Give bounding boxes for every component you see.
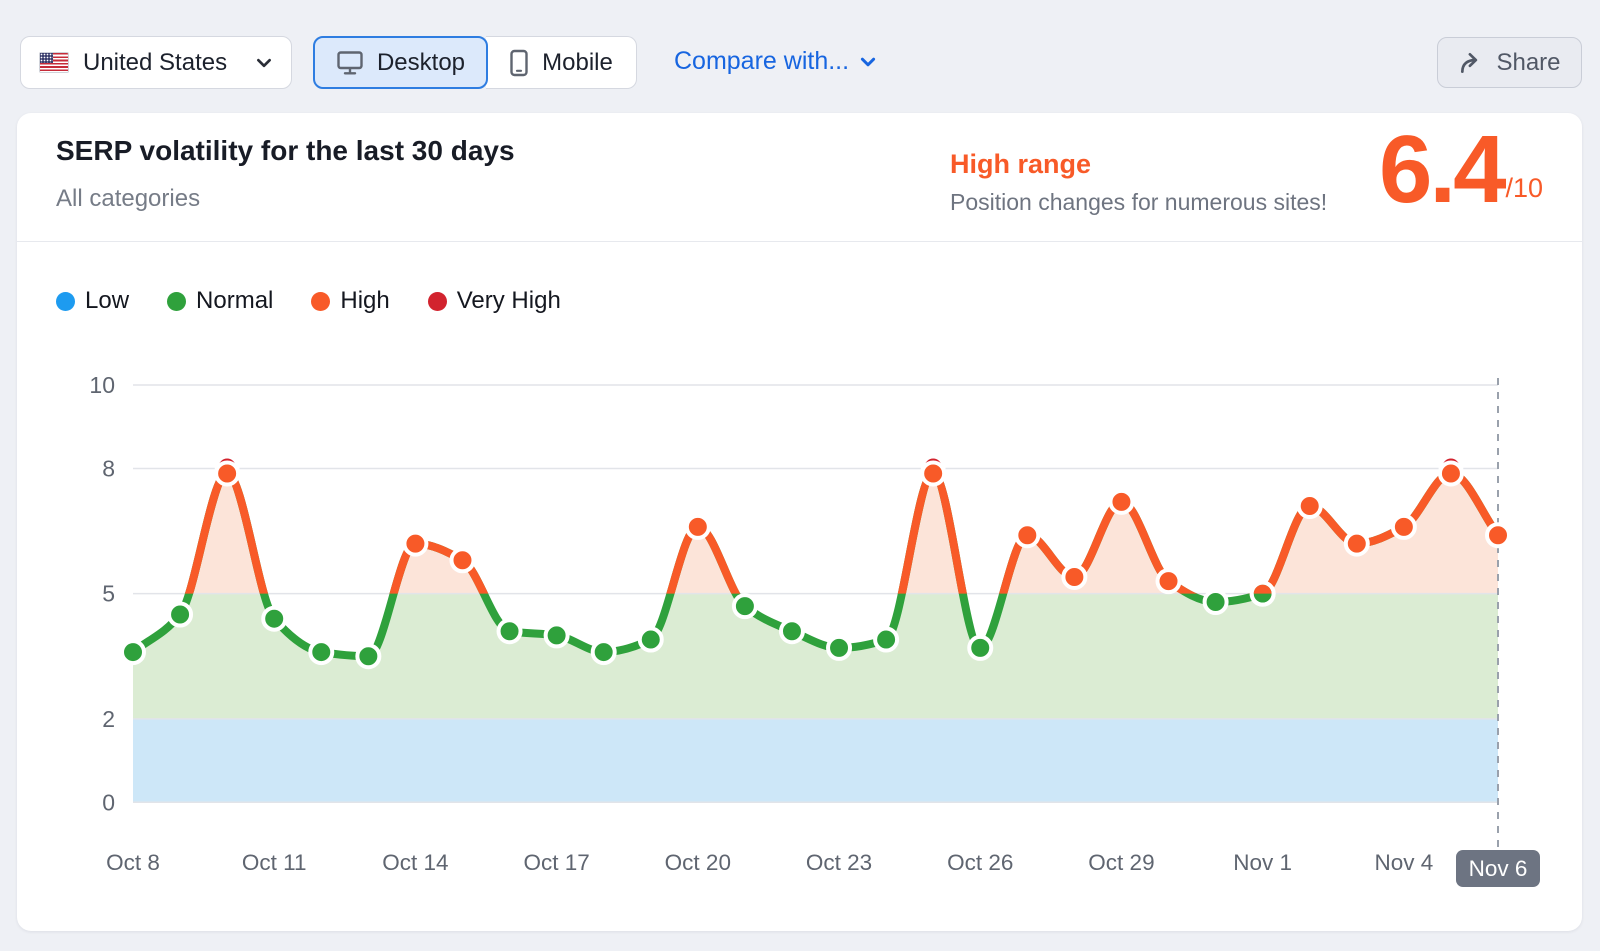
point-high	[1158, 570, 1180, 592]
x-axis-label: Oct 8	[106, 850, 160, 875]
current-day-badge-label: Nov 6	[1469, 856, 1528, 881]
point-high	[1346, 533, 1368, 555]
share-arrow-icon	[1458, 50, 1484, 76]
point-high	[451, 549, 473, 571]
compare-with-label: Compare with...	[674, 47, 849, 76]
y-axis-label: 0	[102, 789, 115, 815]
x-axis-label: Oct 26	[947, 850, 1013, 875]
tab-mobile[interactable]: Mobile	[486, 36, 637, 89]
point-normal	[263, 608, 285, 630]
share-button[interactable]: Share	[1437, 37, 1582, 88]
tab-desktop[interactable]: Desktop	[313, 36, 488, 89]
area-normal	[133, 473, 1498, 718]
y-axis-label: 8	[102, 455, 115, 481]
category-subtitle: All categories	[56, 185, 200, 213]
point-normal	[828, 637, 850, 659]
point-high	[216, 462, 238, 484]
x-axis-label: Oct 23	[806, 850, 872, 875]
point-normal	[310, 641, 332, 663]
point-normal	[593, 641, 615, 663]
volatility-line-chart[interactable]: 0 2 5 8 10 Oct 8 Oct 11 Oct 14 Oct 17 Oct 20 Oct 2…	[17, 250, 1582, 910]
header-divider	[17, 241, 1582, 242]
country-label: United States	[83, 49, 241, 77]
chevron-down-icon	[255, 54, 273, 72]
point-normal	[969, 637, 991, 659]
serp-volatility-card: SERP volatility for the last 30 days All…	[17, 113, 1582, 931]
point-high	[922, 462, 944, 484]
device-toggle: Desktop Mobile	[313, 36, 637, 89]
x-axis-label: Oct 20	[665, 850, 731, 875]
point-high	[1063, 566, 1085, 588]
point-normal	[734, 595, 756, 617]
point-normal	[169, 604, 191, 626]
point-normal	[1205, 591, 1227, 613]
y-axis-label: 5	[102, 581, 115, 607]
x-axis-label: Oct 14	[382, 850, 448, 875]
monitor-icon	[336, 50, 364, 76]
x-axis-label: Nov 4	[1374, 850, 1433, 875]
range-status-description: Position changes for numerous sites!	[950, 189, 1327, 216]
band-low	[133, 719, 1498, 802]
y-axis-label: 10	[89, 372, 115, 398]
x-axis-label: Oct 11	[242, 850, 307, 875]
point-normal	[122, 641, 144, 663]
x-axis-label: Nov 1	[1233, 850, 1292, 875]
page-title: SERP volatility for the last 30 days	[56, 135, 515, 167]
volatility-score: 6.4 /10	[1379, 131, 1543, 210]
serp-volatility-page: United States Desktop Mobile Compare wit…	[0, 0, 1600, 951]
point-high	[687, 516, 709, 538]
us-flag-icon	[39, 52, 69, 73]
point-normal	[640, 629, 662, 651]
point-high	[1487, 524, 1509, 546]
score-value: 6.4	[1379, 131, 1503, 210]
point-normal	[546, 624, 568, 646]
x-axis-label: Oct 29	[1088, 850, 1154, 875]
tab-desktop-label: Desktop	[377, 49, 465, 77]
point-high	[1016, 524, 1038, 546]
range-status-label: High range	[950, 149, 1091, 180]
point-normal	[875, 629, 897, 651]
share-label: Share	[1496, 49, 1560, 77]
tab-mobile-label: Mobile	[542, 49, 613, 77]
score-max: /10	[1503, 173, 1543, 210]
chevron-down-icon	[859, 53, 877, 71]
point-high	[1393, 516, 1415, 538]
point-normal	[781, 620, 803, 642]
country-select[interactable]: United States	[20, 36, 292, 89]
y-axis-label: 2	[102, 706, 115, 732]
compare-with-link[interactable]: Compare with...	[674, 47, 877, 76]
point-high	[1440, 462, 1462, 484]
phone-icon	[509, 49, 529, 77]
point-normal	[357, 645, 379, 667]
point-normal	[499, 620, 521, 642]
point-high	[1299, 495, 1321, 517]
point-high	[1110, 491, 1132, 513]
x-axis-label: Oct 17	[523, 850, 589, 875]
point-high	[404, 533, 426, 555]
